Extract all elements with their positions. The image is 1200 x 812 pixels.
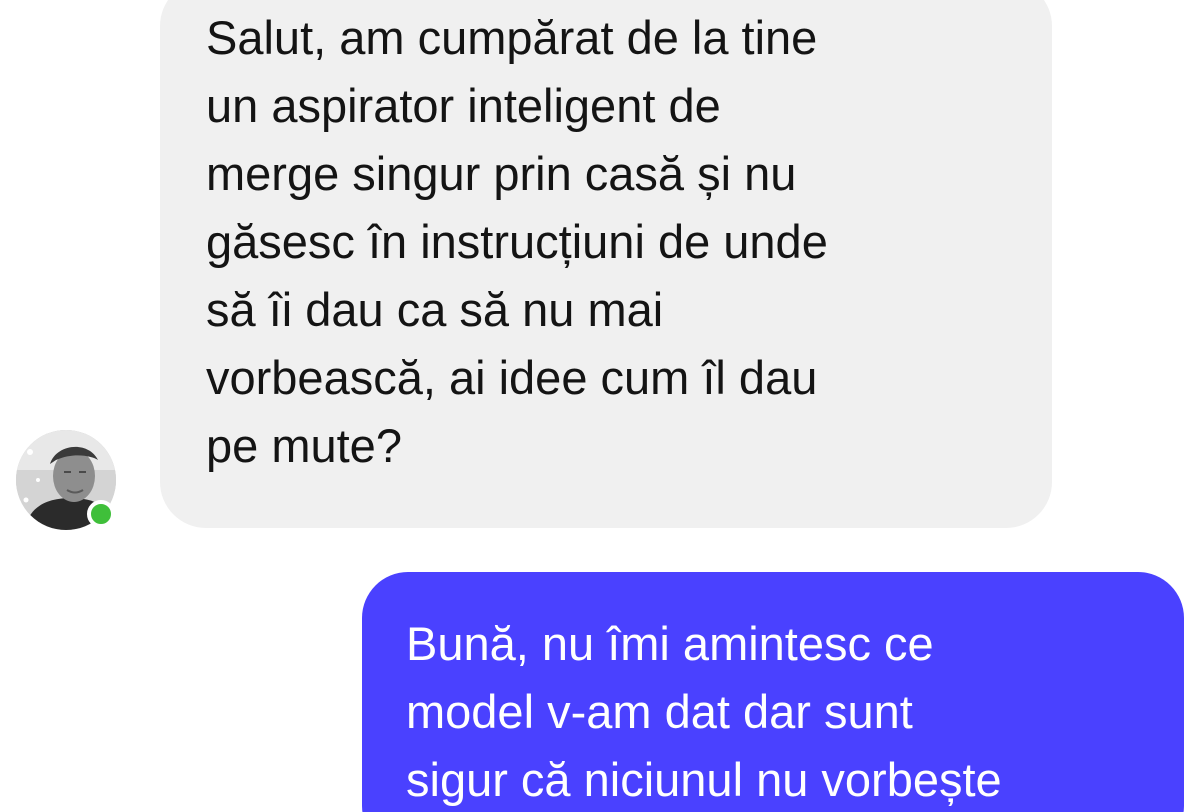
outgoing-message-bubble[interactable]: Bună, nu îmi amintesc ce model v-am dat …	[362, 572, 1184, 812]
incoming-message-bubble[interactable]: Salut, am cumpărat de la tine un aspirat…	[160, 0, 1052, 528]
online-status-icon	[87, 500, 115, 528]
chat-thread: Salut, am cumpărat de la tine un aspirat…	[0, 0, 1200, 812]
